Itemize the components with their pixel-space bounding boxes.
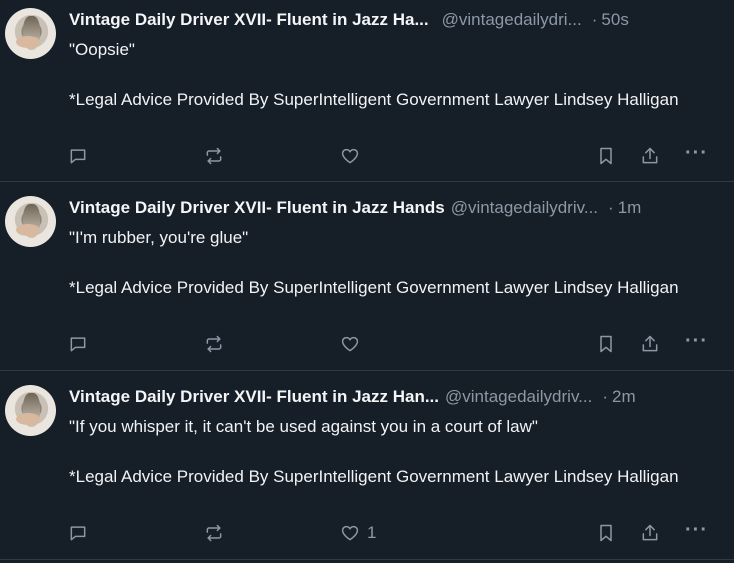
post-header: Vintage Daily Driver XVII- Fluent in Jaz…	[69, 195, 713, 221]
share-button[interactable]	[640, 145, 660, 167]
reply-icon	[70, 337, 86, 352]
post-text-disclaimer: *Legal Advice Provided By SuperIntellige…	[69, 467, 679, 486]
separator-dot: ·	[591, 10, 598, 29]
post[interactable]: Vintage Daily Driver XVII- Fluent in Jaz…	[0, 182, 734, 371]
repost-button[interactable]	[204, 522, 224, 544]
handle[interactable]: @vintagedailydri...	[442, 10, 582, 30]
share-button[interactable]	[640, 522, 660, 544]
post-header: Vintage Daily Driver XVII- Fluent in Jaz…	[69, 384, 713, 410]
post-actions: ···	[0, 330, 734, 357]
post-text-disclaimer: *Legal Advice Provided By SuperIntellige…	[69, 90, 679, 109]
repost-button[interactable]	[204, 145, 224, 167]
like-button[interactable]	[340, 145, 367, 167]
more-button[interactable]: ···	[685, 142, 708, 167]
share-icon	[642, 147, 658, 164]
reply-icon	[70, 149, 86, 164]
repost-icon	[206, 524, 222, 542]
heart-icon	[341, 525, 359, 541]
post-actions: 1 ···	[0, 519, 734, 546]
post-text-quote: "I'm rubber, you're glue"	[69, 228, 249, 247]
post-header: Vintage Daily Driver XVII- Fluent in Jaz…	[69, 7, 713, 33]
post[interactable]: Vintage Daily Driver XVII- Fluent in Jaz…	[0, 371, 734, 560]
post[interactable]: Vintage Daily Driver XVII- Fluent in Jaz…	[0, 0, 734, 182]
reply-button[interactable]	[68, 333, 88, 355]
share-button[interactable]	[640, 333, 660, 355]
avatar[interactable]	[5, 196, 56, 247]
repost-button[interactable]	[204, 333, 224, 355]
separator-dot: ·	[602, 387, 609, 406]
display-name[interactable]: Vintage Daily Driver XVII- Fluent in Jaz…	[69, 198, 445, 218]
repost-icon	[206, 147, 222, 165]
reply-icon	[70, 526, 86, 541]
like-count: 1	[367, 523, 377, 542]
like-button[interactable]	[340, 333, 367, 355]
bookmark-icon	[600, 147, 612, 165]
bookmark-icon	[600, 524, 612, 542]
timestamp[interactable]: 1m	[618, 198, 642, 218]
display-name[interactable]: Vintage Daily Driver XVII- Fluent in Jaz…	[69, 10, 429, 30]
share-icon	[642, 524, 658, 541]
more-icon: ···	[685, 142, 708, 164]
post-text-quote: "If you whisper it, it can't be used aga…	[69, 417, 538, 436]
bookmark-button[interactable]	[596, 145, 616, 167]
handle[interactable]: @vintagedailydriv...	[451, 198, 598, 218]
reply-button[interactable]	[68, 145, 88, 167]
avatar[interactable]	[5, 8, 56, 59]
heart-icon	[341, 336, 359, 352]
avatar[interactable]	[5, 385, 56, 436]
handle[interactable]: @vintagedailydriv...	[445, 387, 592, 407]
post-text-disclaimer: *Legal Advice Provided By SuperIntellige…	[69, 278, 679, 297]
timestamp[interactable]: 2m	[612, 387, 636, 407]
bookmark-button[interactable]	[596, 522, 616, 544]
share-icon	[642, 335, 658, 352]
post-actions: ···	[0, 142, 734, 169]
bookmark-icon	[600, 335, 612, 353]
like-button[interactable]: 1	[340, 522, 376, 544]
reply-button[interactable]	[68, 522, 88, 544]
more-button[interactable]: ···	[685, 330, 708, 355]
timestamp[interactable]: 50s	[601, 10, 628, 30]
heart-icon	[341, 148, 359, 164]
more-button[interactable]: ···	[685, 519, 708, 544]
more-icon: ···	[685, 330, 708, 352]
bookmark-button[interactable]	[596, 333, 616, 355]
repost-icon	[206, 335, 222, 353]
post-text-quote: "Oopsie"	[69, 40, 135, 59]
feed: Vintage Daily Driver XVII- Fluent in Jaz…	[0, 0, 734, 563]
display-name[interactable]: Vintage Daily Driver XVII- Fluent in Jaz…	[69, 387, 439, 407]
separator-dot: ·	[608, 198, 614, 217]
more-icon: ···	[685, 519, 708, 541]
